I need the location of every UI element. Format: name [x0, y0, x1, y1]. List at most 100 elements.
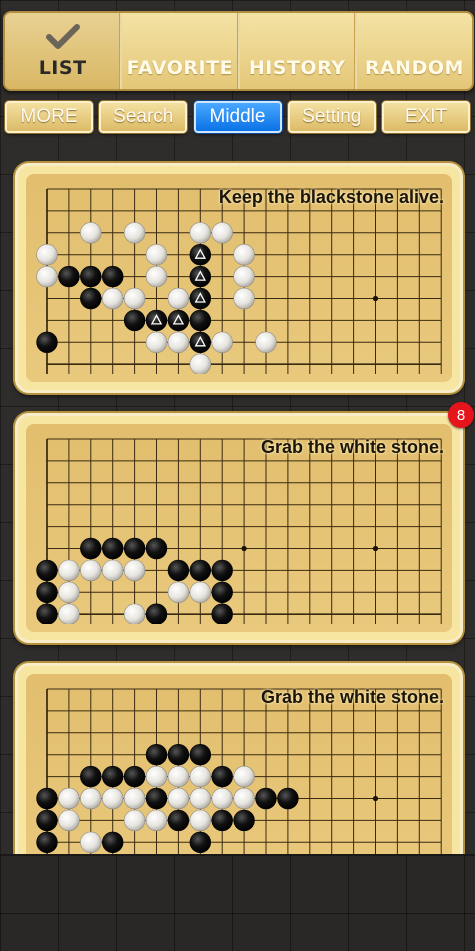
white-stone [123, 809, 146, 832]
middle-button[interactable]: Middle [193, 101, 282, 133]
white-stone [211, 787, 233, 810]
white-stone [80, 831, 102, 854]
black-stone [189, 309, 212, 332]
top-tab-bar: LIST FAVORITE HISTORY RANDOM [3, 11, 474, 91]
black-stone [189, 265, 212, 288]
black-stone [167, 559, 190, 582]
problem-board-area: Keep the blackstone alive. [26, 174, 452, 382]
black-stone [145, 743, 168, 766]
problem-board-area: Grab the white stone. [26, 424, 452, 632]
black-stone [145, 537, 168, 560]
white-stone [189, 581, 212, 604]
star-point [372, 795, 379, 802]
white-stone [101, 787, 124, 810]
black-stone [36, 581, 58, 604]
black-stone [101, 765, 124, 788]
exit-button[interactable]: EXIT [382, 101, 470, 133]
black-stone [211, 603, 233, 624]
white-stone [145, 331, 168, 354]
problem-list[interactable]: Keep the blackstone alive. Grab the white… [0, 150, 475, 854]
setting-button[interactable]: Setting [287, 101, 376, 133]
white-stone [145, 765, 168, 788]
white-stone [255, 331, 277, 354]
black-stone [80, 537, 102, 560]
white-stone [123, 559, 146, 582]
problem-title: Keep the blackstone alive. [218, 187, 444, 207]
white-stone [189, 765, 212, 788]
white-stone [145, 809, 168, 832]
problem-card[interactable]: Grab the white stone. [15, 663, 463, 854]
white-stone [167, 581, 190, 604]
white-stone [145, 265, 168, 288]
black-stone [189, 287, 212, 310]
white-stone [80, 222, 102, 244]
black-stone [277, 787, 299, 810]
white-stone [58, 809, 80, 832]
black-stone [167, 743, 190, 766]
white-stone [211, 222, 233, 244]
white-stone [233, 787, 255, 810]
black-stone [80, 287, 102, 310]
black-stone [123, 537, 146, 560]
white-stone [189, 353, 211, 374]
black-stone [189, 743, 212, 766]
black-stone [36, 787, 58, 810]
white-stone [233, 243, 255, 266]
tab-list[interactable]: LIST [5, 13, 123, 89]
black-stone [80, 265, 102, 288]
more-button[interactable]: MORE [5, 101, 93, 133]
white-stone [167, 787, 190, 810]
star-point [241, 545, 247, 552]
black-stone [189, 559, 212, 582]
black-stone [145, 603, 168, 624]
white-stone [36, 243, 58, 266]
black-stone [189, 831, 212, 854]
black-stone [233, 809, 255, 832]
tab-history[interactable]: HISTORY [240, 13, 357, 89]
black-stone [123, 309, 146, 332]
white-stone [211, 331, 233, 354]
black-stone [101, 537, 124, 560]
search-button[interactable]: Search [99, 101, 188, 133]
black-stone [189, 331, 212, 354]
black-stone [145, 787, 168, 810]
black-stone [211, 559, 233, 582]
black-stone [101, 831, 124, 854]
tab-label: LIST [38, 57, 87, 79]
problem-card[interactable]: Grab the white stone. 8 [15, 402, 474, 643]
white-stone [80, 787, 102, 810]
white-stone [123, 787, 146, 810]
black-stone [211, 765, 233, 788]
toolbar: MORE Search Middle Setting EXIT [5, 101, 470, 135]
count-badge: 8 [448, 402, 474, 428]
white-stone [233, 265, 255, 288]
problem-title: Grab the white stone. [260, 687, 444, 707]
white-stone [189, 787, 212, 810]
black-stone [211, 581, 233, 604]
problem-title: Grab the white stone. [260, 437, 444, 457]
white-stone [233, 765, 255, 788]
white-stone [123, 603, 146, 624]
checkmark-icon [45, 23, 80, 51]
tab-random[interactable]: RANDOM [357, 13, 472, 89]
black-stone [255, 787, 277, 810]
black-stone [36, 809, 58, 832]
white-stone [80, 559, 102, 582]
white-stone [58, 603, 80, 624]
white-stone [58, 559, 80, 582]
tab-favorite[interactable]: FAVORITE [122, 13, 240, 89]
white-stone [58, 581, 80, 604]
black-stone [101, 265, 124, 288]
star-point [372, 295, 379, 302]
white-stone [167, 765, 190, 788]
black-stone [58, 265, 80, 288]
white-stone [101, 559, 124, 582]
black-stone [36, 331, 58, 354]
white-stone [167, 331, 190, 354]
bottom-ad-area [0, 854, 475, 951]
black-stone [36, 603, 58, 624]
white-stone [189, 222, 212, 244]
problem-card[interactable]: Keep the blackstone alive. [15, 163, 463, 393]
black-stone [189, 243, 212, 266]
white-stone [101, 287, 124, 310]
